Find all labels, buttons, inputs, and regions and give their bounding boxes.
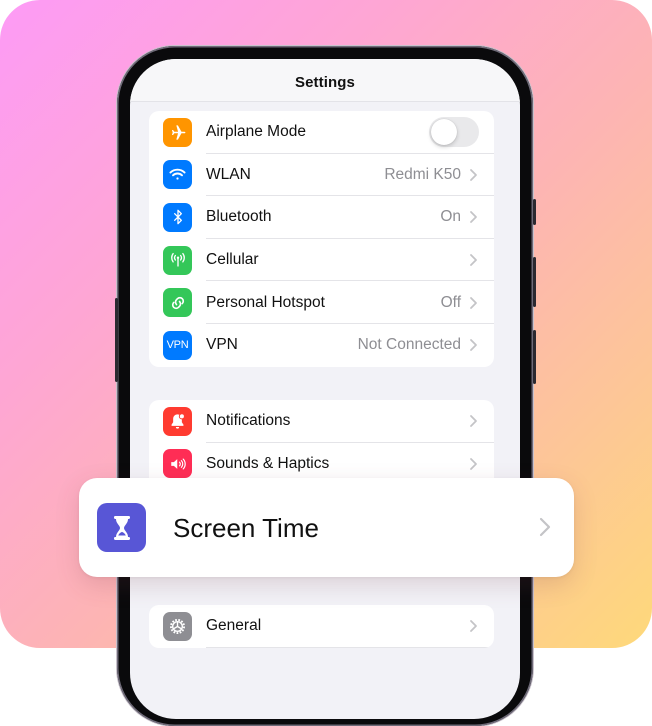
settings-row-label: Personal Hotspot: [206, 293, 325, 311]
vpn-icon-text: VPN: [166, 339, 189, 352]
settings-row-label: VPN: [206, 336, 238, 354]
vpn-icon: VPN: [163, 330, 192, 360]
toggle-knob: [431, 119, 457, 146]
phone-side-button-3: [533, 330, 536, 384]
chevron-right-icon: [470, 415, 477, 428]
hourglass-icon: [97, 503, 146, 552]
settings-row-general[interactable]: General: [149, 605, 494, 648]
settings-row-label: Cellular: [206, 251, 259, 269]
phone-frame: Settings Airplane Mode WLAN Redmi K50 Bl…: [115, 46, 536, 726]
settings-row-personal-hotspot[interactable]: Personal Hotspot Off: [149, 281, 494, 324]
row-divider: [206, 646, 494, 648]
page-title: Settings: [295, 74, 355, 91]
settings-row-wlan[interactable]: WLAN Redmi K50: [149, 154, 494, 197]
bluetooth-icon: [163, 202, 192, 232]
screen-time-label: Screen Time: [173, 513, 319, 543]
speaker-icon: [163, 449, 192, 479]
gear-icon: [163, 611, 192, 641]
settings-screen: Settings Airplane Mode WLAN Redmi K50 Bl…: [130, 59, 520, 719]
cellular-antenna-icon: [163, 245, 192, 275]
settings-row-notifications[interactable]: Notifications: [149, 400, 494, 443]
settings-row-airplane-mode[interactable]: Airplane Mode: [149, 111, 494, 154]
phone-side-button-2: [533, 257, 536, 307]
settings-row-value: Not Connected: [357, 336, 461, 354]
settings-row-value: On: [440, 208, 461, 226]
chevron-right-icon: [470, 168, 477, 181]
chevron-right-icon: [539, 517, 551, 537]
phone-volume-button: [115, 298, 118, 382]
navigation-bar: Settings: [130, 59, 520, 102]
screen-time-card[interactable]: Screen Time: [79, 478, 574, 577]
airplane-mode-toggle[interactable]: [429, 117, 479, 148]
settings-row-bluetooth[interactable]: Bluetooth On: [149, 196, 494, 239]
chevron-right-icon: [470, 457, 477, 470]
settings-row-value: Redmi K50: [384, 165, 461, 183]
settings-row-label: Sounds & Haptics: [206, 454, 330, 472]
settings-row-vpn[interactable]: VPN VPN Not Connected: [149, 324, 494, 367]
settings-row-label: Airplane Mode: [206, 123, 306, 141]
settings-row-value: Off: [440, 293, 461, 311]
chevron-right-icon: [470, 339, 477, 352]
phone-side-button-1: [533, 199, 536, 225]
chevron-right-icon: [470, 296, 477, 309]
settings-row-label: Bluetooth: [206, 208, 272, 226]
hotspot-link-icon: [163, 288, 192, 318]
settings-group-connectivity: Airplane Mode WLAN Redmi K50 Bluetooth O…: [149, 111, 494, 367]
settings-group-general: General: [149, 605, 494, 648]
airplane-icon: [163, 117, 192, 147]
wifi-icon: [163, 160, 192, 190]
chevron-right-icon: [470, 211, 477, 224]
settings-row-label: Notifications: [206, 412, 291, 430]
settings-row-label: General: [206, 617, 262, 635]
settings-row-label: WLAN: [206, 165, 251, 183]
settings-row-cellular[interactable]: Cellular: [149, 239, 494, 282]
chevron-right-icon: [470, 620, 477, 633]
notification-bell-icon: [163, 406, 192, 436]
chevron-right-icon: [470, 254, 477, 266]
